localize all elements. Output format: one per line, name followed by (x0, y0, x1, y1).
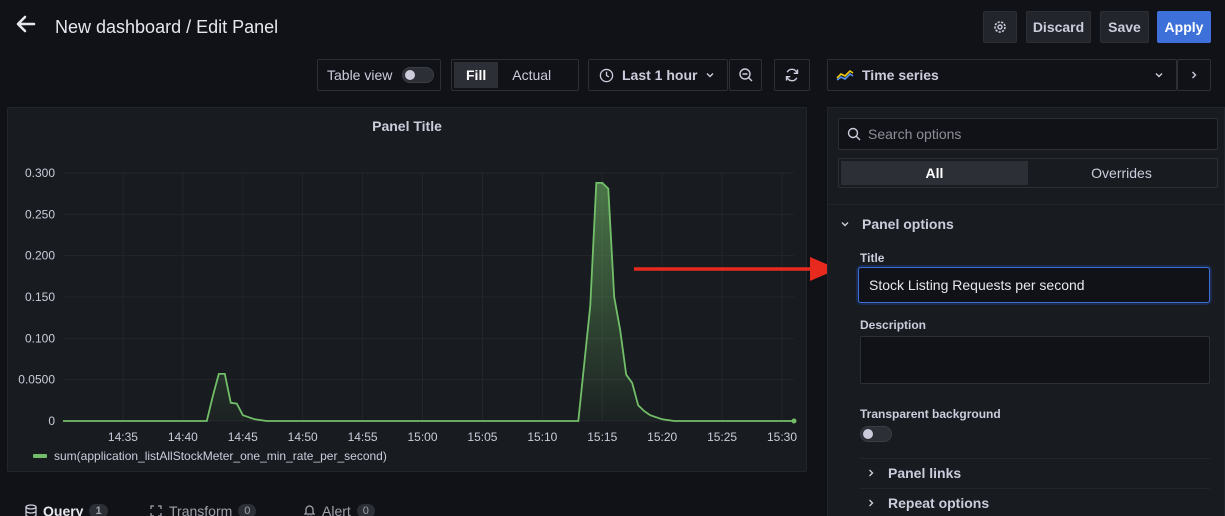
visualization-picker[interactable]: Time series (827, 59, 1177, 91)
table-view-label: Table view (327, 67, 393, 83)
panel-options-section[interactable]: Panel options (840, 216, 954, 232)
x-tick-label: 15:00 (407, 430, 437, 444)
chevron-right-icon (869, 499, 874, 507)
panel-options-label: Panel options (862, 216, 954, 232)
repeat-options-label: Repeat options (888, 495, 990, 511)
tab-alert-label: Alert (322, 503, 351, 516)
visualization-label: Time series (862, 67, 939, 83)
time-range-picker[interactable]: Last 1 hour (588, 59, 728, 91)
options-pane: All Overrides Panel options Title Descri… (827, 107, 1225, 516)
search-input[interactable] (868, 126, 1188, 142)
search-options[interactable] (838, 118, 1218, 150)
x-tick-label: 15:05 (467, 430, 497, 444)
transform-icon (150, 505, 162, 516)
toggle-options-pane-button[interactable] (1177, 59, 1211, 91)
tab-query-count: 1 (89, 504, 108, 516)
x-tick-label: 14:40 (168, 430, 198, 444)
search-icon (847, 127, 861, 141)
title-label: Title (860, 251, 885, 265)
time-series-icon (836, 69, 854, 81)
actual-option[interactable]: Actual (498, 62, 565, 88)
y-tick-label: 0.0500 (18, 373, 55, 387)
y-tick-label: 0 (48, 414, 55, 428)
zoom-out-button[interactable] (729, 59, 762, 91)
title-field[interactable] (858, 267, 1210, 303)
chevron-right-icon (869, 469, 874, 477)
description-label: Description (860, 318, 927, 332)
fill-actual-switch: Fill Actual (451, 59, 579, 91)
zoom-out-icon (738, 68, 752, 82)
description-field[interactable] (860, 336, 1210, 384)
series-line (63, 182, 794, 422)
repeat-options-section[interactable]: Repeat options (866, 495, 989, 511)
panel-preview: Panel Title 0 0.0500 0.100 0.150 0.200 0.250 0… (7, 107, 807, 472)
refresh-button[interactable] (774, 59, 810, 91)
y-tick-label: 0.200 (25, 249, 55, 263)
tab-alert-count: 0 (356, 504, 375, 516)
apply-button[interactable]: Apply (1157, 11, 1211, 43)
legend-label: sum(application_listAllStockMeter_one_mi… (54, 449, 387, 463)
chevron-down-icon (706, 73, 714, 78)
annotation-arrow (634, 257, 838, 281)
tab-transform-count: 0 (238, 504, 257, 516)
options-tabs: All Overrides (838, 158, 1218, 188)
tab-transform-label: Transform (169, 503, 233, 516)
back-button[interactable] (14, 12, 38, 36)
y-tick-label: 0.250 (25, 207, 55, 221)
y-tick-label: 0.150 (25, 290, 55, 304)
y-tick-label: 0.300 (25, 166, 55, 180)
chevron-down-icon (841, 222, 849, 227)
tab-overrides[interactable]: Overrides (1028, 161, 1215, 185)
database-icon (25, 504, 37, 516)
x-tick-label: 14:45 (228, 430, 258, 444)
x-tick-label: 15:25 (707, 430, 737, 444)
chevron-down-icon (1155, 73, 1163, 78)
bell-icon (303, 505, 316, 516)
save-button[interactable]: Save (1100, 11, 1149, 43)
panel-links-label: Panel links (888, 465, 962, 481)
clock-icon (599, 68, 614, 82)
table-view-switch[interactable] (402, 67, 435, 83)
settings-button[interactable] (983, 11, 1017, 43)
chevron-right-icon (1192, 71, 1197, 79)
legend-swatch (33, 454, 47, 458)
x-tick-label: 14:55 (348, 430, 378, 444)
x-tick-label: 14:50 (288, 430, 318, 444)
time-series-chart: 0 0.0500 0.100 0.150 0.200 0.250 0.300 14:35 14… (18, 166, 797, 463)
arrow-left-icon (16, 15, 36, 33)
refresh-icon (785, 68, 799, 82)
tab-all[interactable]: All (841, 161, 1028, 185)
series-last-point (791, 418, 797, 424)
table-view-toggle[interactable]: Table view (317, 59, 441, 91)
transparent-background-switch[interactable] (860, 426, 892, 442)
x-tick-label: 15:20 (647, 430, 677, 444)
tab-query-label: Query (43, 503, 84, 516)
time-range-label: Last 1 hour (622, 67, 698, 83)
gear-icon (994, 21, 1006, 33)
page-title: New dashboard / Edit Panel (55, 17, 279, 37)
tab-transform[interactable]: Transform 0 (149, 503, 257, 516)
x-tick-label: 14:35 (108, 430, 138, 444)
series-area (63, 182, 794, 421)
x-tick-label: 15:10 (527, 430, 557, 444)
discard-button[interactable]: Discard (1026, 11, 1091, 43)
fill-option[interactable]: Fill (454, 62, 499, 88)
x-tick-label: 15:15 (587, 430, 617, 444)
y-tick-label: 0.100 (25, 331, 55, 345)
x-tick-label: 15:30 (767, 430, 797, 444)
transparent-background-label: Transparent background (860, 407, 1001, 421)
tab-alert[interactable]: Alert 0 (303, 503, 375, 516)
tab-query[interactable]: Query 1 (25, 503, 108, 516)
panel-links-section[interactable]: Panel links (866, 465, 961, 481)
